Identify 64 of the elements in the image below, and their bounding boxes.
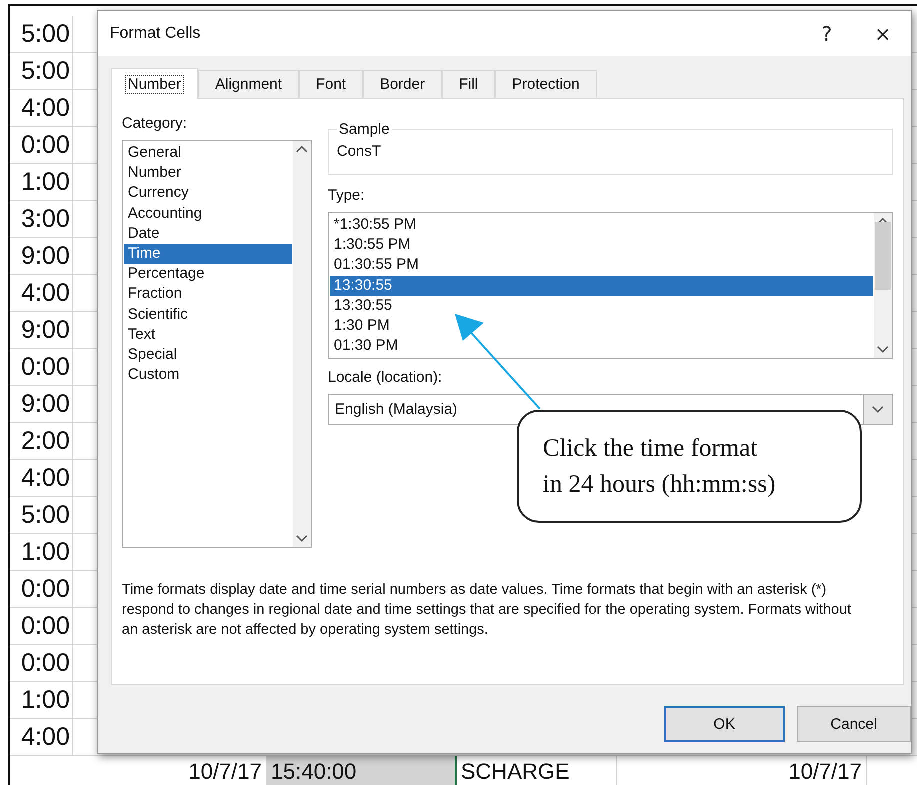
table-cell: 2:00	[10, 423, 73, 459]
list-item[interactable]: Percentage	[124, 264, 292, 284]
list-item[interactable]: Date	[124, 224, 292, 244]
locale-label: Locale (location):	[328, 369, 444, 387]
table-cell: 4:00	[10, 460, 73, 496]
list-item[interactable]: Special	[124, 345, 292, 366]
list-item[interactable]: 1:30:55 PM	[330, 235, 873, 256]
table-cell: 9:00	[10, 312, 73, 348]
table-cell: 4:00	[10, 275, 73, 311]
list-item[interactable]: 1:30 PM	[330, 316, 873, 336]
scroll-down-icon[interactable]	[877, 346, 889, 354]
list-item[interactable]: Custom	[124, 365, 292, 386]
list-item[interactable]: Scientific	[124, 304, 292, 325]
table-cell: 0:00	[10, 571, 73, 607]
table-cell: 5:00	[10, 16, 73, 52]
table-cell: 0:00	[10, 608, 73, 644]
description-text: Time formats display date and time serial numbers as date values. Time formats that begin with an asterisk (*) respond to changes in regional date and time settings that are specified for the operating system. Formats without an asterisk are not affected by operating system settings.	[122, 581, 852, 640]
list-item[interactable]: 01:30 PM	[330, 336, 873, 356]
list-item[interactable]: Currency	[124, 183, 292, 204]
table-cell: 4:00	[10, 90, 73, 126]
table-cell: 9:00	[10, 238, 73, 274]
ok-button[interactable]: OK	[664, 706, 785, 742]
table-cell: 3:00	[10, 201, 73, 237]
table-cell: 5:00	[10, 53, 73, 89]
tab[interactable]: Fill	[442, 70, 496, 99]
list-item[interactable]: 01:30:55 PM	[330, 255, 873, 276]
list-item[interactable]: Number	[124, 163, 292, 184]
list-item[interactable]: General	[124, 143, 292, 164]
dropdown-caret-icon[interactable]	[872, 406, 884, 414]
table-cell: 4:00	[10, 719, 73, 755]
window-title: Format Cells	[110, 24, 202, 42]
scrollbar[interactable]	[874, 213, 892, 358]
table-cell: 0:00	[10, 349, 73, 385]
sample-label: Sample	[338, 121, 391, 138]
table-cell: 9:00	[10, 386, 73, 422]
list-item[interactable]: *1:30:55 PM	[330, 215, 873, 236]
tab[interactable]: Font	[299, 70, 364, 99]
close-button[interactable]: ×	[855, 14, 911, 54]
table-cell: 1:00	[10, 534, 73, 570]
table-cell: 15:40:00	[267, 756, 457, 785]
table-cell: 0:00	[10, 645, 73, 681]
sample-value: ConsT	[337, 143, 382, 160]
category-label: Category:	[122, 115, 188, 133]
list-item[interactable]: Text	[124, 324, 292, 346]
table-cell: 5:00	[10, 497, 73, 533]
list-item[interactable]: 13:30:55	[330, 276, 873, 296]
cancel-button[interactable]: Cancel	[797, 706, 911, 742]
list-item[interactable]: 13:30:55	[330, 296, 873, 316]
scroll-up-icon[interactable]	[296, 145, 308, 153]
tab[interactable]: Protection	[495, 70, 597, 99]
help-button[interactable]: ?	[799, 14, 855, 54]
list-item[interactable]: Fraction	[124, 284, 292, 305]
scrollbar[interactable]	[293, 141, 311, 547]
table-cell: 0:00	[10, 127, 73, 163]
table-cell: 1:00	[10, 164, 73, 200]
callout-text: Click the time format in 24 hours (hh:mm:ss)	[543, 434, 776, 500]
tab[interactable]: Alignment	[198, 70, 300, 99]
list-item[interactable]: Time	[124, 244, 292, 264]
table-cell: 1:00	[10, 682, 73, 718]
scroll-down-icon[interactable]	[296, 535, 308, 543]
tab[interactable]: Border	[363, 70, 442, 99]
list-item[interactable]: Accounting	[124, 204, 292, 224]
type-label: Type:	[328, 187, 366, 205]
tab[interactable]: Number	[111, 68, 198, 99]
